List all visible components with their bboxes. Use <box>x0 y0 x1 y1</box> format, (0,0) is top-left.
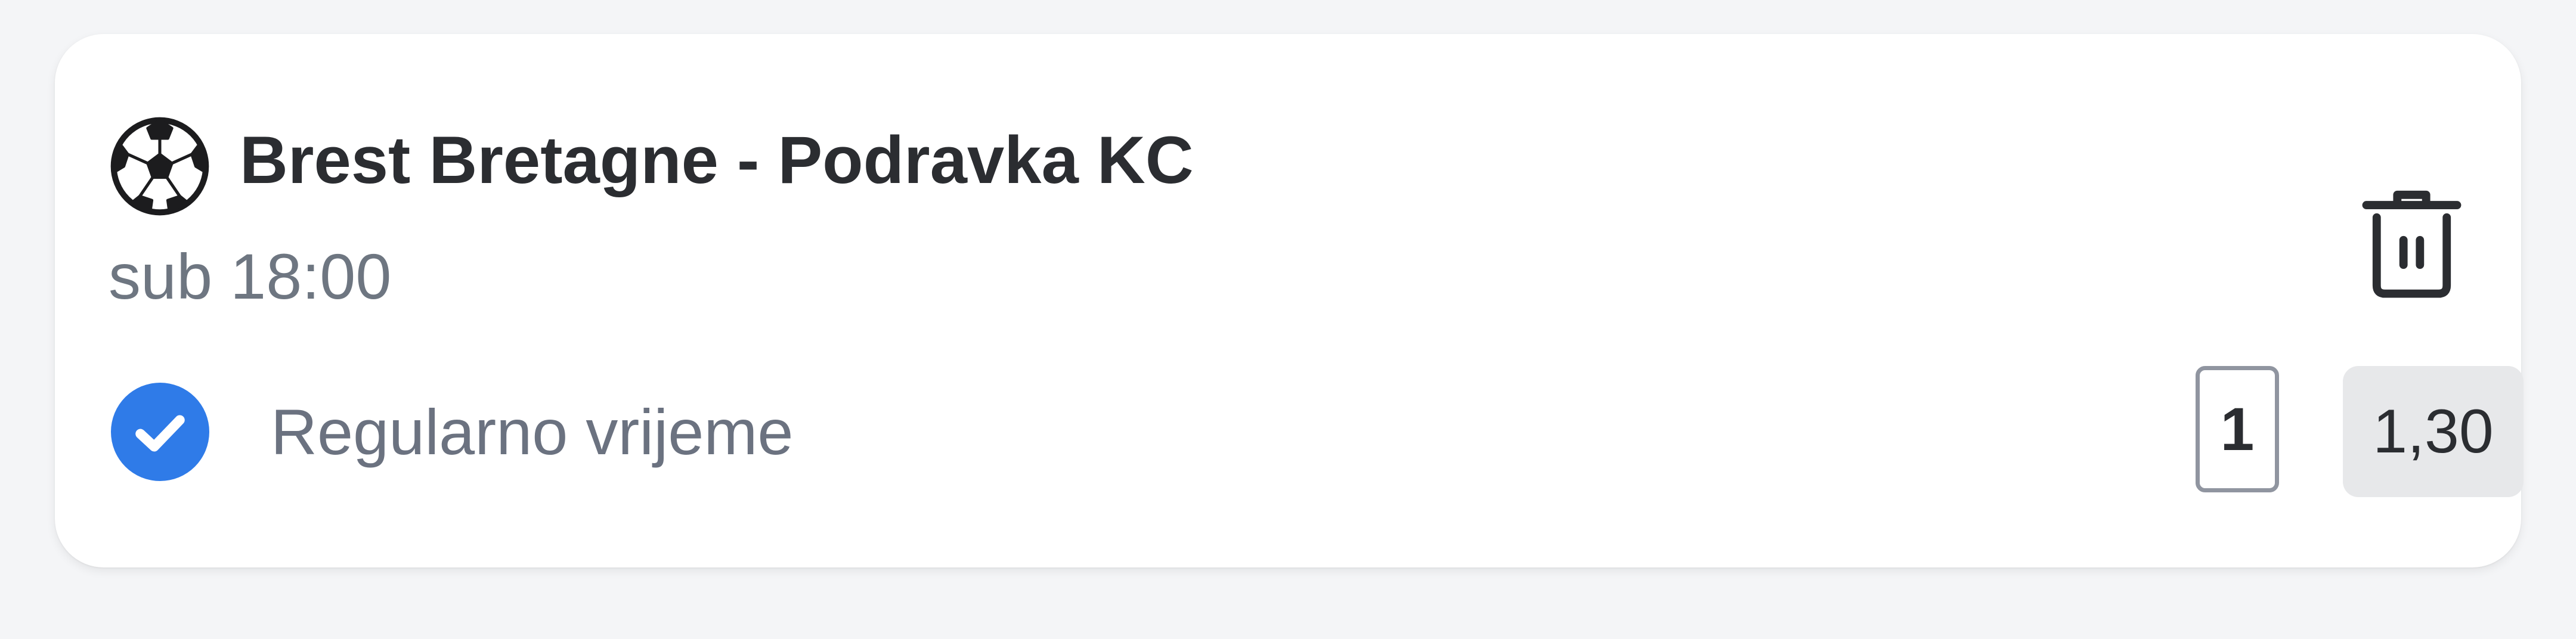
bet-slip-card: Brest Bretagne - Podravka KC sub 18:00 R… <box>55 34 2524 567</box>
soccer-ball-icon <box>110 116 210 216</box>
selected-check-icon[interactable] <box>111 383 209 481</box>
trash-icon[interactable] <box>2360 187 2464 300</box>
match-time: sub 18:00 <box>109 240 392 312</box>
market-label: Regularno vrijeme <box>271 396 794 468</box>
odds-value[interactable]: 1,30 <box>2343 366 2524 497</box>
pick-badge: 1 <box>2196 366 2279 492</box>
match-title: Brest Bretagne - Podravka KC <box>240 123 1194 197</box>
